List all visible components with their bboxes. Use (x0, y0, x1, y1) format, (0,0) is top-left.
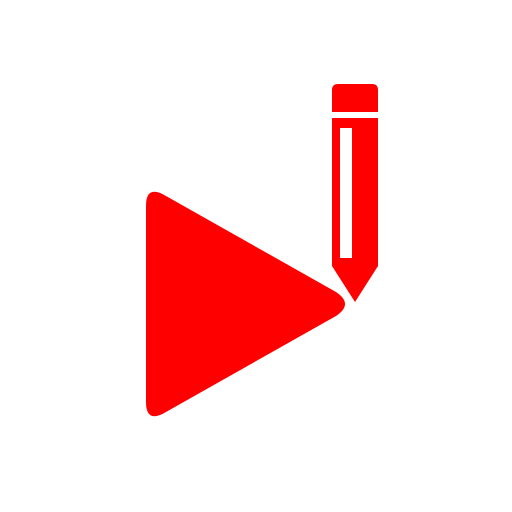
pencil-eraser-icon (332, 84, 378, 112)
play-triangle-icon (146, 191, 345, 417)
play-edit-logo (146, 84, 378, 417)
pencil-icon (332, 118, 378, 302)
logo-canvas (0, 0, 512, 512)
